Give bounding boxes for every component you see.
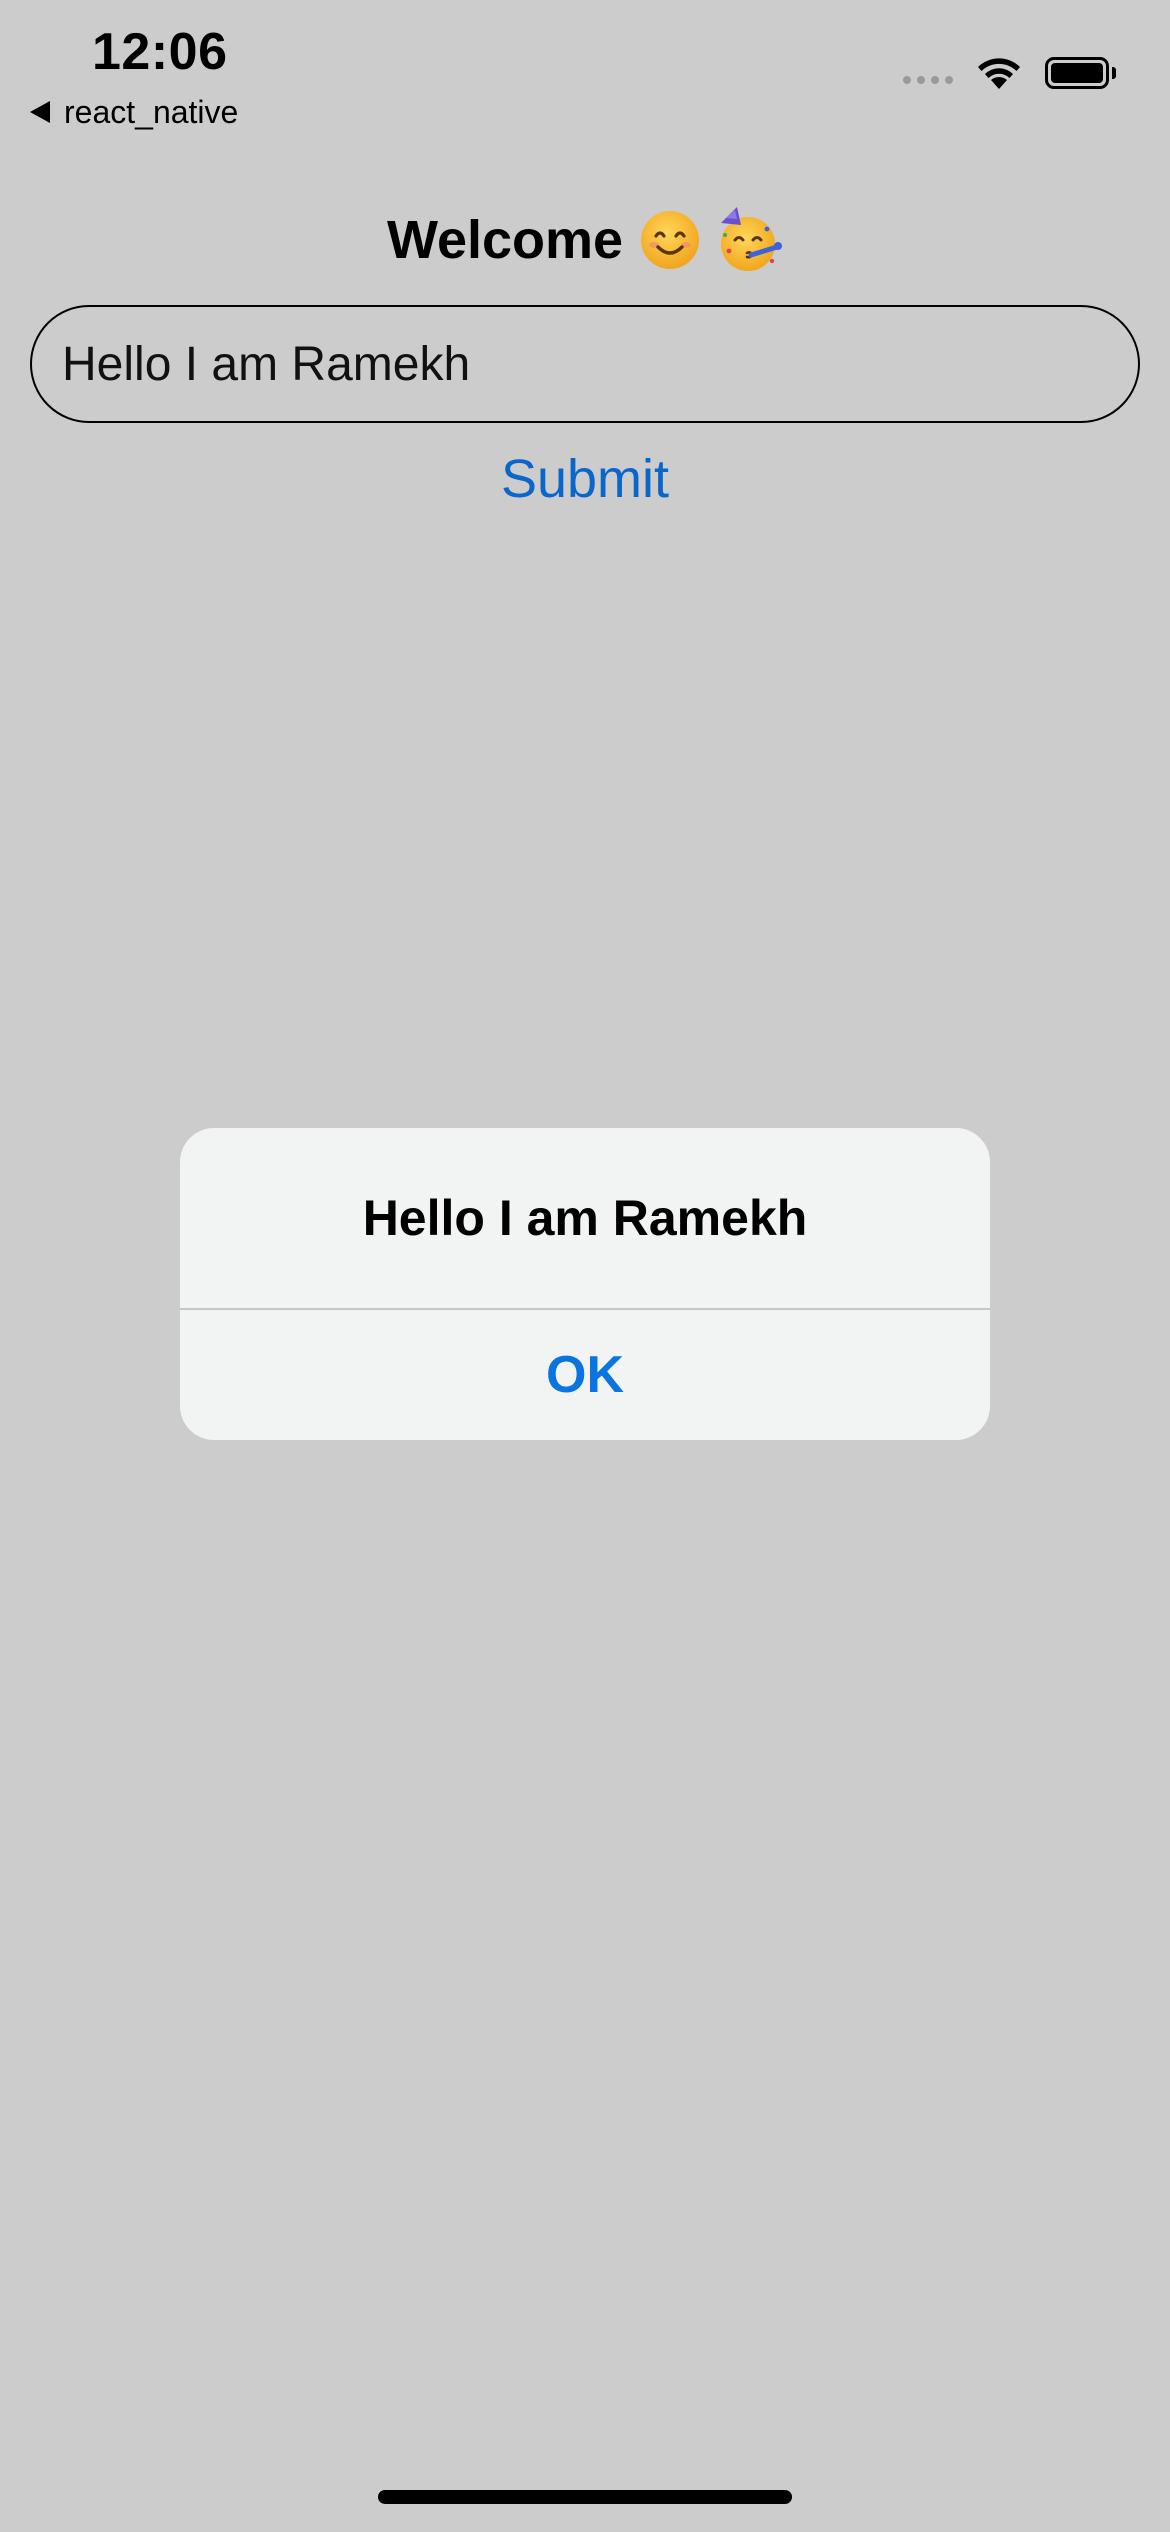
battery-icon	[1045, 57, 1116, 89]
alert-title: Hello I am Ramekh	[362, 1190, 808, 1246]
back-arrow-icon	[30, 101, 50, 123]
back-app-label: react_native	[64, 94, 239, 130]
cellular-signal-icon	[903, 76, 953, 84]
status-bar-indicators	[903, 50, 1116, 96]
submit-button[interactable]: Submit	[0, 448, 1170, 510]
status-bar-time: 12:06	[92, 23, 228, 81]
welcome-title: Welcome	[386, 210, 624, 270]
welcome-header: Welcome	[0, 205, 1170, 275]
alert-ok-button[interactable]: OK	[180, 1310, 990, 1440]
alert-dialog: Hello I am Ramekh OK	[180, 1128, 990, 1440]
home-indicator[interactable]	[378, 2490, 792, 2504]
message-input[interactable]	[30, 305, 1140, 423]
smiling-face-emoji-icon	[641, 211, 700, 269]
back-to-app-button[interactable]: react_native	[30, 92, 238, 132]
partying-face-emoji-icon	[721, 207, 783, 271]
wifi-icon	[978, 58, 1020, 89]
